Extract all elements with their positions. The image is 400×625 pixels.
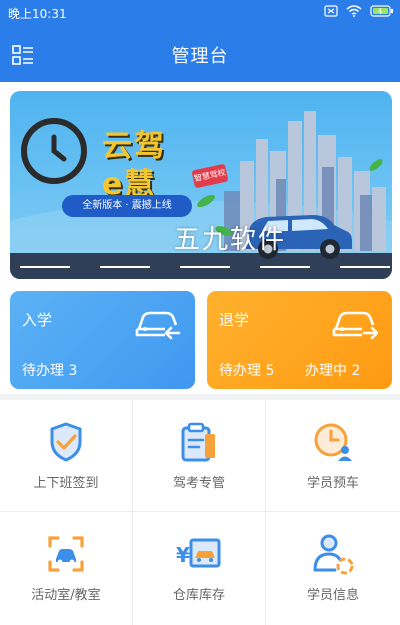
- withdraw-title: 退学: [219, 311, 250, 329]
- status-time: 晚上10:31: [8, 7, 67, 21]
- sim-icon: [324, 5, 338, 17]
- enroll-pending: 待办理 3: [22, 363, 78, 379]
- banner-ribbon: 全新版本 · 震撼上线: [62, 195, 192, 217]
- withdraw-card[interactable]: 退学 待办理 5 办理中 2: [207, 291, 392, 389]
- enroll-card[interactable]: 入学 待办理 3: [10, 291, 195, 389]
- withdraw-pending: 待办理 5: [219, 363, 275, 379]
- warehouse-icon: ¥: [176, 538, 221, 568]
- battery-icon: [370, 5, 393, 17]
- car-exit-icon: [332, 311, 378, 340]
- menu-item-student-info[interactable]: 学员信息: [266, 512, 400, 625]
- enroll-title: 入学: [22, 311, 53, 329]
- menu-item-classroom[interactable]: 活动室/教室: [0, 512, 133, 625]
- menu-label: 学员预车: [306, 476, 359, 491]
- clipboard-icon: [181, 422, 215, 462]
- promo-banner[interactable]: 云驾 e慧 智慧驾校 全新版本 · 震撼上线 五九软件: [10, 91, 392, 279]
- menu-item-exam[interactable]: 驾考专管: [133, 400, 266, 512]
- shield-check-icon: [50, 422, 82, 462]
- menu-item-checkin[interactable]: 上下班签到: [0, 400, 133, 512]
- svg-text:¥: ¥: [176, 543, 190, 567]
- menu-label: 活动室/教室: [31, 588, 101, 603]
- watermark-text: 五九软件: [174, 225, 287, 255]
- student-info-icon: [313, 534, 354, 575]
- menu-label: 仓库库存: [172, 588, 225, 603]
- status-bar: 晚上10:31: [0, 0, 400, 26]
- clock-user-icon: [314, 423, 352, 461]
- withdraw-processing: 办理中 2: [305, 363, 361, 379]
- menu-item-booking[interactable]: 学员预车: [266, 400, 400, 512]
- menu-item-warehouse[interactable]: ¥ 仓库库存: [133, 512, 266, 625]
- clock-graphic: [21, 118, 87, 184]
- menu-label: 学员信息: [306, 588, 359, 603]
- menu-label: 上下班签到: [33, 476, 99, 491]
- function-grid: 上下班签到 驾考专管 学员预车 活动室/教室 ¥ 仓库库存 学员信息: [0, 400, 400, 625]
- app-bar: 管理台: [0, 26, 400, 82]
- car-enter-icon: [135, 311, 181, 340]
- status-icons: [324, 5, 394, 17]
- page-title: 管理台: [171, 46, 229, 67]
- classroom-car-icon: [48, 536, 84, 572]
- wifi-icon: [346, 5, 362, 17]
- menu-label: 驾考专管: [172, 476, 225, 491]
